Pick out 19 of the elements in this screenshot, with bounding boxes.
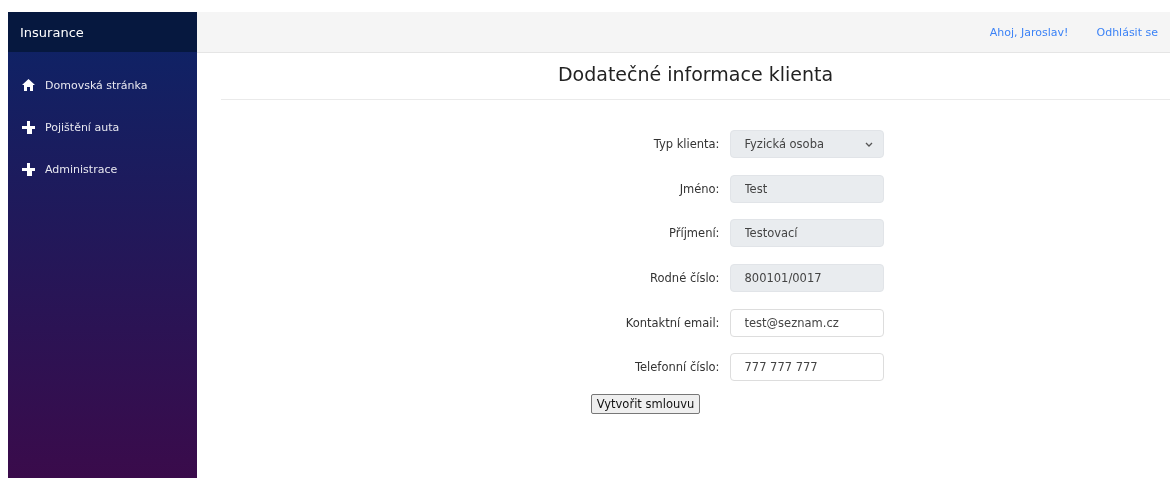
field-label: Telefonní číslo:: [633, 360, 720, 375]
logout-link[interactable]: Odhlásit se: [1096, 25, 1158, 39]
sidebar-item[interactable]: Domovská stránka: [8, 66, 197, 104]
home-icon: [22, 79, 35, 91]
field-label: Typ klienta:: [652, 137, 720, 152]
field-label: Příjmení:: [668, 226, 720, 241]
page-title: Dodatečné informace klienta: [221, 53, 1170, 100]
field-label: Kontaktní email:: [624, 315, 720, 330]
plus-icon: [22, 120, 35, 134]
submit-button[interactable]: Vytvořit smlouvu: [590, 393, 701, 414]
input-field[interactable]: 777 777 777: [729, 353, 884, 382]
brand-name[interactable]: Insurance: [20, 24, 84, 40]
chevron-icon: [864, 141, 873, 147]
input-field[interactable]: test@seznam.cz: [729, 308, 884, 337]
sidebar-item[interactable]: Pojištění auta: [8, 108, 197, 146]
sidebar-item[interactable]: Administrace: [8, 150, 197, 188]
plus-icon: [22, 162, 35, 176]
field-label: Jméno:: [678, 181, 720, 196]
field-label: Rodné číslo:: [649, 271, 720, 286]
